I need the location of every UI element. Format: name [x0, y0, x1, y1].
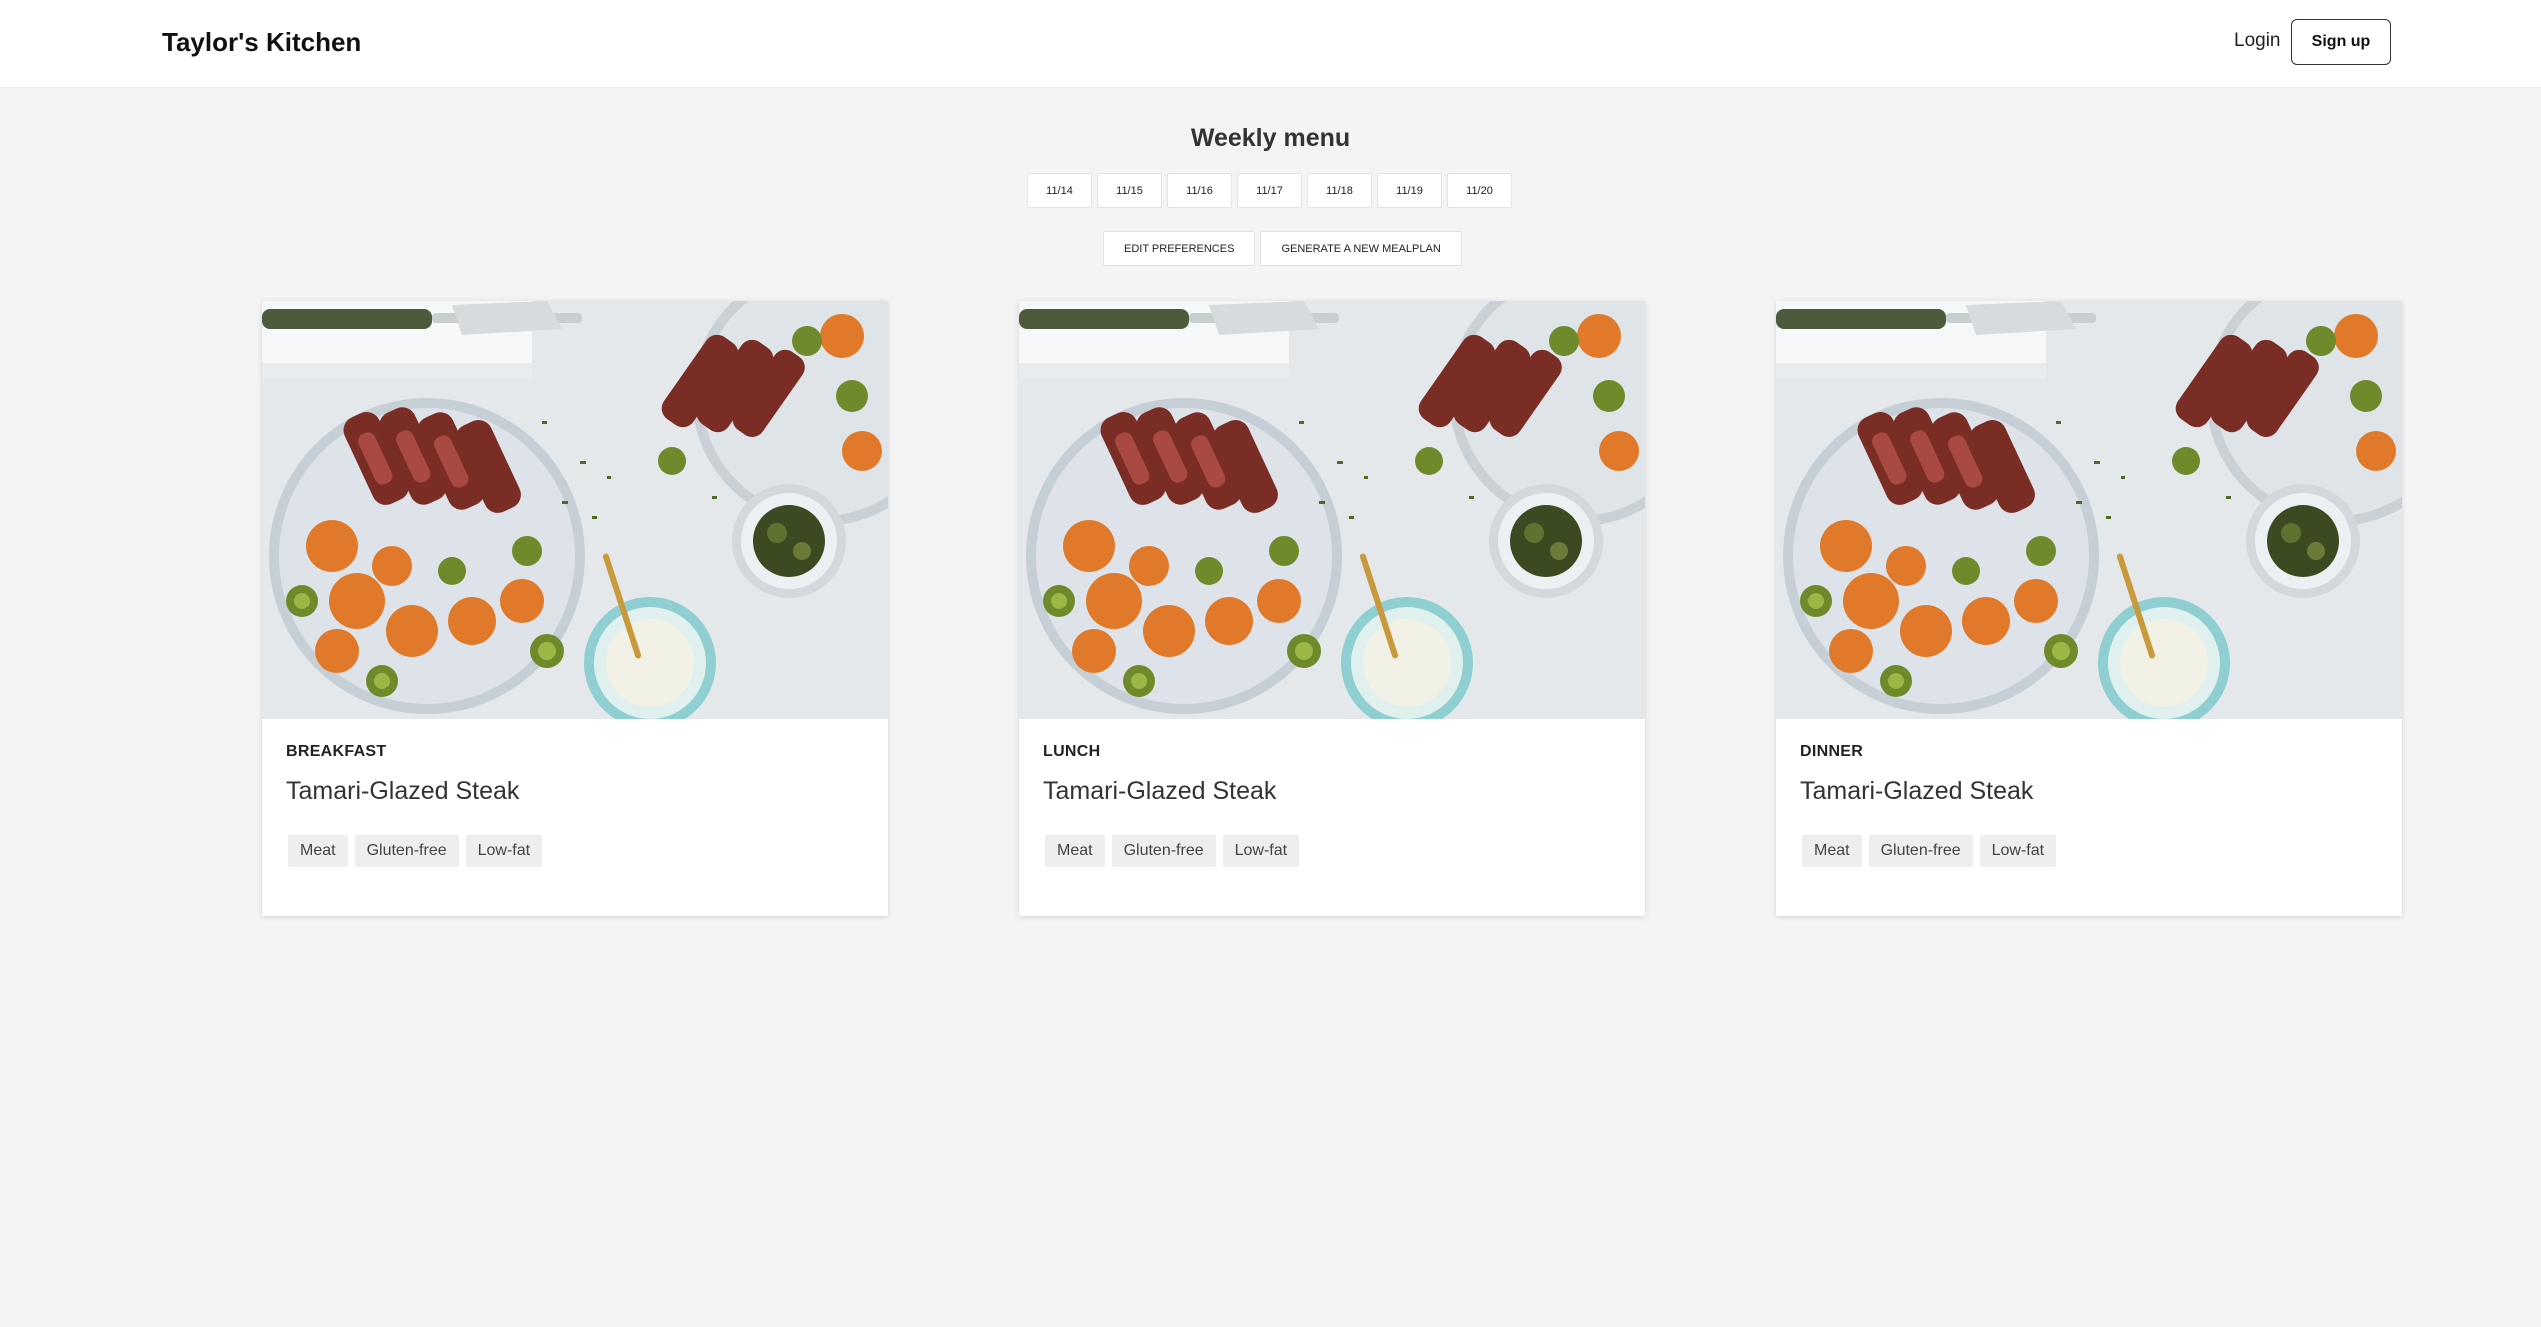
- menu-actions: EDIT PREFERENCES GENERATE A NEW MEALPLAN: [1103, 231, 1462, 267]
- tag-low-fat: Low-fat: [1979, 835, 2057, 867]
- generate-mealplan-button[interactable]: GENERATE A NEW MEALPLAN: [1260, 231, 1462, 266]
- meal-image: [1776, 301, 2402, 719]
- meal-type-label: DINNER: [1800, 743, 1864, 760]
- meal-card-dinner[interactable]: DINNER Tamari-Glazed Steak Meat Gluten-f…: [1776, 301, 2402, 916]
- tag-meat: Meat: [1802, 835, 1862, 867]
- meal-name[interactable]: Tamari-Glazed Steak: [1800, 777, 2033, 806]
- page-title: Weekly menu: [1190, 124, 1351, 152]
- date-button[interactable]: 11/15: [1097, 173, 1162, 208]
- tag-low-fat: Low-fat: [465, 835, 543, 867]
- tag-list: Meat Gluten-free Low-fat: [1802, 835, 2057, 867]
- date-button[interactable]: 11/16: [1167, 173, 1232, 208]
- date-button[interactable]: 11/20: [1447, 173, 1512, 208]
- date-selector: 11/14 11/15 11/16 11/17 11/18 11/19 11/2…: [1027, 173, 1512, 209]
- login-link[interactable]: Login: [2234, 30, 2281, 52]
- meal-name[interactable]: Tamari-Glazed Steak: [1043, 777, 1276, 806]
- meal-card-breakfast[interactable]: BREAKFAST Tamari-Glazed Steak Meat Glute…: [262, 301, 888, 916]
- tag-list: Meat Gluten-free Low-fat: [288, 835, 543, 867]
- meal-name[interactable]: Tamari-Glazed Steak: [286, 777, 519, 806]
- brand-logo[interactable]: Taylor's Kitchen: [162, 27, 361, 58]
- meal-card-lunch[interactable]: LUNCH Tamari-Glazed Steak Meat Gluten-fr…: [1019, 301, 1645, 916]
- edit-preferences-button[interactable]: EDIT PREFERENCES: [1103, 231, 1256, 266]
- tag-low-fat: Low-fat: [1222, 835, 1300, 867]
- date-button[interactable]: 11/18: [1307, 173, 1372, 208]
- meal-type-label: LUNCH: [1043, 743, 1101, 760]
- tag-list: Meat Gluten-free Low-fat: [1045, 835, 1300, 867]
- tag-gluten-free: Gluten-free: [1111, 835, 1216, 867]
- signup-button[interactable]: Sign up: [2291, 19, 2391, 65]
- date-button[interactable]: 11/14: [1027, 173, 1092, 208]
- date-button[interactable]: 11/19: [1377, 173, 1442, 208]
- meal-type-label: BREAKFAST: [286, 743, 387, 760]
- navbar: Taylor's Kitchen Login Sign up: [0, 0, 2541, 88]
- tag-gluten-free: Gluten-free: [354, 835, 459, 867]
- tag-meat: Meat: [1045, 835, 1105, 867]
- meal-image: [1019, 301, 1645, 719]
- date-button[interactable]: 11/17: [1237, 173, 1302, 208]
- tag-meat: Meat: [288, 835, 348, 867]
- tag-gluten-free: Gluten-free: [1868, 835, 1973, 867]
- meal-image: [262, 301, 888, 719]
